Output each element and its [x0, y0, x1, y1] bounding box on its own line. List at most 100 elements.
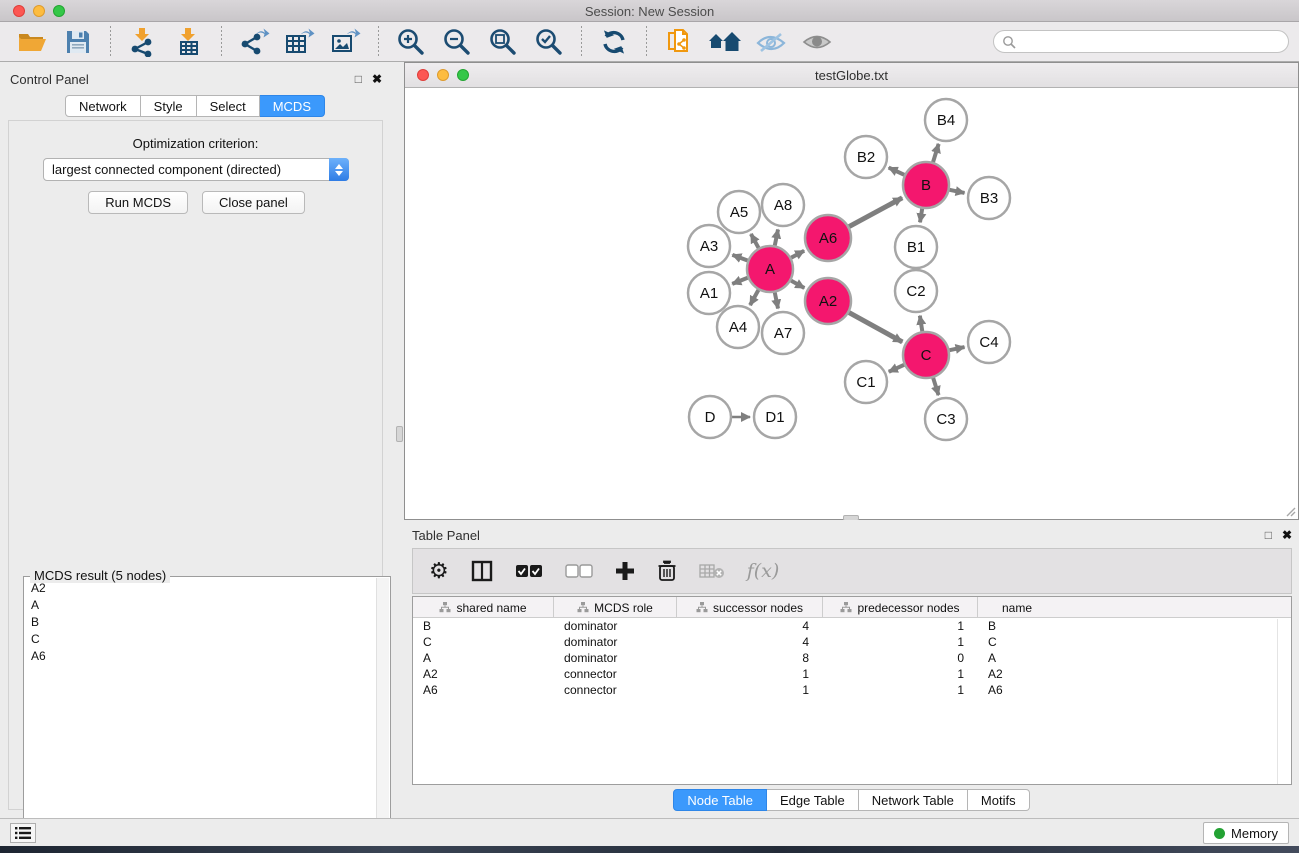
result-item-a[interactable]: A: [25, 597, 377, 614]
tab-network[interactable]: Network: [65, 95, 141, 117]
table-row[interactable]: Adominator80A: [413, 650, 1291, 666]
tab-style[interactable]: Style: [141, 95, 197, 117]
result-item-c[interactable]: C: [25, 631, 377, 648]
table-row[interactable]: Cdominator41C: [413, 634, 1291, 650]
table-row[interactable]: A2connector11A2: [413, 666, 1291, 682]
tab-edge-table[interactable]: Edge Table: [767, 789, 859, 811]
edge-A6-B[interactable]: [849, 198, 902, 227]
table-cell[interactable]: dominator: [554, 634, 677, 650]
table-cell[interactable]: C: [413, 634, 554, 650]
column-header-successor-nodes[interactable]: successor nodes: [677, 597, 823, 618]
search-input[interactable]: [1016, 35, 1280, 49]
unselect-all-columns-button[interactable]: [565, 556, 593, 586]
table-row[interactable]: Bdominator41B: [413, 618, 1291, 634]
table-cell[interactable]: 8: [677, 650, 823, 666]
table-cell[interactable]: 1: [823, 618, 978, 634]
result-item-b[interactable]: B: [25, 614, 377, 631]
export-image-button[interactable]: [328, 25, 364, 59]
table-cell[interactable]: dominator: [554, 618, 677, 634]
table-cell[interactable]: 1: [823, 682, 978, 698]
delete-column-button[interactable]: [657, 556, 677, 586]
table-settings-button[interactable]: ⚙: [429, 556, 449, 586]
edge-B-B1[interactable]: [920, 209, 922, 223]
network-canvas[interactable]: B4B2BB3A8A5A6A3B1AC2A1A2A4A7C4CC1C3DD1: [405, 88, 1298, 519]
open-file-button[interactable]: [14, 25, 50, 59]
table-cell[interactable]: A2: [978, 666, 1056, 682]
result-scrollbar[interactable]: [376, 578, 389, 853]
edge-B-B2[interactable]: [889, 168, 905, 175]
zoom-selected-button[interactable]: [531, 25, 567, 59]
edge-A-A7[interactable]: [775, 293, 778, 309]
table-cell[interactable]: 1: [823, 666, 978, 682]
zoom-fit-button[interactable]: [485, 25, 521, 59]
edge-A2-C[interactable]: [849, 313, 902, 342]
refresh-button[interactable]: [596, 25, 632, 59]
table-cell[interactable]: dominator: [554, 650, 677, 666]
table-scrollbar[interactable]: [1277, 619, 1278, 785]
function-builder-button[interactable]: f(x): [747, 556, 780, 586]
edge-A-A6[interactable]: [791, 251, 804, 258]
close-panel-icon[interactable]: ✖: [372, 72, 382, 86]
edge-C-C3[interactable]: [933, 378, 938, 395]
import-table-button[interactable]: [171, 25, 207, 59]
column-header-name[interactable]: name: [978, 597, 1056, 618]
home-button[interactable]: [707, 25, 743, 59]
edge-A-A8[interactable]: [775, 229, 778, 245]
edge-A-A3[interactable]: [732, 255, 747, 261]
table-cell[interactable]: A6: [413, 682, 554, 698]
edge-B-B4[interactable]: [933, 144, 939, 162]
result-item-a6[interactable]: A6: [25, 648, 377, 665]
close-table-panel-icon[interactable]: ✖: [1282, 528, 1292, 542]
table-cell[interactable]: A: [978, 650, 1056, 666]
edge-A-A4[interactable]: [750, 290, 758, 305]
table-cell[interactable]: A6: [978, 682, 1056, 698]
splitter-handle-left[interactable]: [396, 426, 403, 442]
tab-select[interactable]: Select: [197, 95, 260, 117]
float-panel-icon[interactable]: □: [355, 72, 362, 86]
table-cell[interactable]: C: [978, 634, 1056, 650]
resize-grip-icon[interactable]: [1284, 505, 1296, 517]
table-cell[interactable]: A2: [413, 666, 554, 682]
network-file-button[interactable]: [661, 25, 697, 59]
float-table-panel-icon[interactable]: □: [1265, 528, 1272, 542]
add-column-button[interactable]: [615, 556, 635, 586]
tab-network-table[interactable]: Network Table: [859, 789, 968, 811]
table-row[interactable]: A6connector11A6: [413, 682, 1291, 698]
edge-A-A5[interactable]: [751, 234, 759, 248]
table-cell[interactable]: 1: [677, 682, 823, 698]
edge-B-B3[interactable]: [950, 190, 965, 193]
zoom-in-button[interactable]: [393, 25, 429, 59]
close-panel-button[interactable]: Close panel: [202, 191, 305, 214]
column-header-predecessor-nodes[interactable]: predecessor nodes: [823, 597, 978, 618]
select-all-columns-button[interactable]: [515, 556, 543, 586]
table-cell[interactable]: B: [413, 618, 554, 634]
save-session-button[interactable]: [60, 25, 96, 59]
mcds-result-list[interactable]: A2ABCA6: [25, 580, 377, 665]
import-network-button[interactable]: [125, 25, 161, 59]
tab-node-table[interactable]: Node Table: [673, 789, 767, 811]
edge-A-A2[interactable]: [791, 281, 804, 288]
criterion-select[interactable]: largest connected component (directed): [43, 158, 349, 181]
table-cell[interactable]: B: [978, 618, 1056, 634]
table-cell[interactable]: 0: [823, 650, 978, 666]
table-cell[interactable]: A: [413, 650, 554, 666]
search-box[interactable]: [993, 30, 1289, 53]
tab-motifs[interactable]: Motifs: [968, 789, 1030, 811]
edge-A-A1[interactable]: [732, 278, 747, 284]
memory-button[interactable]: Memory: [1203, 822, 1289, 844]
column-header-mcds-role[interactable]: MCDS role: [554, 597, 677, 618]
edge-C-C4[interactable]: [950, 347, 965, 350]
table-cell[interactable]: 1: [677, 666, 823, 682]
table-cell[interactable]: 4: [677, 634, 823, 650]
table-cell[interactable]: 4: [677, 618, 823, 634]
result-item-a2[interactable]: A2: [25, 580, 377, 597]
edge-C-C2[interactable]: [920, 316, 922, 332]
show-graphics-details-button[interactable]: [799, 25, 835, 59]
task-history-button[interactable]: [10, 823, 36, 843]
show-column-button[interactable]: [471, 556, 493, 586]
export-network-button[interactable]: [236, 25, 272, 59]
zoom-out-button[interactable]: [439, 25, 475, 59]
export-table-button[interactable]: [282, 25, 318, 59]
run-mcds-button[interactable]: Run MCDS: [88, 191, 188, 214]
hide-graphics-details-button[interactable]: [753, 25, 789, 59]
